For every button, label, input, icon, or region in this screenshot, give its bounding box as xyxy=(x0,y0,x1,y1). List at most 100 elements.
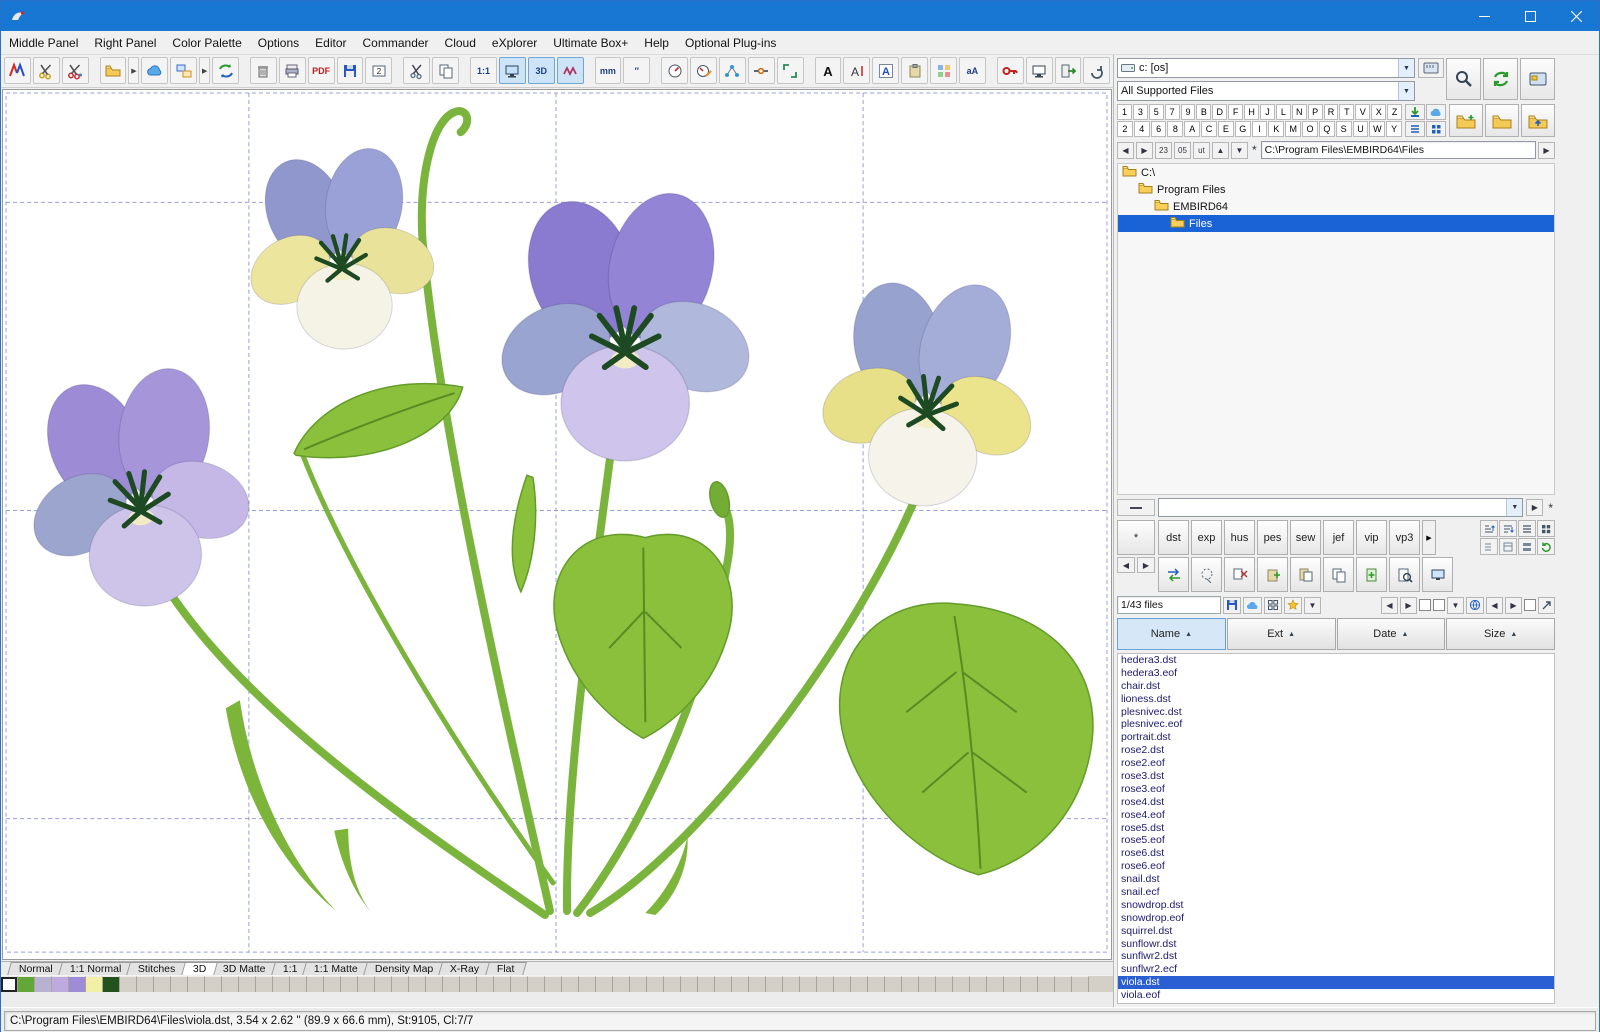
refresh-button[interactable] xyxy=(1483,58,1518,100)
clipboard-button[interactable] xyxy=(901,57,928,84)
nav-back-button[interactable]: ◀ xyxy=(1117,142,1134,159)
text-cursor-button[interactable]: A xyxy=(843,57,870,84)
lasso-select-button[interactable] xyxy=(1191,557,1222,592)
open-button[interactable] xyxy=(100,57,127,84)
file-row[interactable]: plesnivec.eof xyxy=(1118,718,1554,731)
letter-filter-button[interactable]: V xyxy=(1355,104,1370,120)
letter-filter-button[interactable]: O xyxy=(1302,121,1318,137)
file-row[interactable]: rose3.eof xyxy=(1118,783,1554,796)
palette-empty-cell[interactable] xyxy=(341,976,358,991)
format-filter-button[interactable]: exp xyxy=(1191,520,1222,555)
menu-item[interactable]: Help xyxy=(636,32,677,54)
parent-folder-button[interactable] xyxy=(1521,104,1555,137)
palette-empty-cell[interactable] xyxy=(1038,976,1055,991)
paste-file-button[interactable] xyxy=(1290,557,1321,592)
file-row[interactable]: viola.dst xyxy=(1118,976,1554,989)
all-formats-button[interactable]: * xyxy=(1117,520,1155,555)
current-path-field[interactable]: C:\Program Files\EMBIRD64\Files xyxy=(1261,141,1536,159)
view-tab[interactable]: X-Ray xyxy=(438,962,491,975)
hoop-05-button[interactable]: 05 xyxy=(1174,142,1191,159)
letter-filter-button[interactable]: I xyxy=(1252,121,1268,137)
menu-item[interactable]: Commander xyxy=(355,32,437,54)
cloud-files-button[interactable] xyxy=(1426,104,1446,120)
palette-empty-cell[interactable] xyxy=(409,976,426,991)
palette-empty-cell[interactable] xyxy=(1021,976,1038,991)
palette-empty-cell[interactable] xyxy=(783,976,800,991)
palette-empty-cell[interactable] xyxy=(613,976,630,991)
palette-empty-cell[interactable] xyxy=(902,976,919,991)
lettering-button[interactable]: A xyxy=(815,57,842,84)
palette-empty-cell[interactable] xyxy=(222,976,239,991)
letter-filter-button[interactable]: J xyxy=(1260,104,1275,120)
next-file-button[interactable]: ▶ xyxy=(1400,597,1417,614)
palette-empty-cell[interactable] xyxy=(528,976,545,991)
minimize-button[interactable] xyxy=(1461,1,1507,31)
details-view-button[interactable] xyxy=(1518,520,1536,537)
file-type-filter-select[interactable]: All Supported Files▼ xyxy=(1117,81,1415,101)
palette-empty-cell[interactable] xyxy=(375,976,392,991)
column-header[interactable]: Name▲ xyxy=(1117,618,1226,650)
autoload-checkbox[interactable] xyxy=(1419,599,1431,611)
layout-button[interactable] xyxy=(930,57,957,84)
tree-node[interactable]: Files xyxy=(1118,215,1554,232)
speed-gauge-button[interactable] xyxy=(661,57,688,84)
palette-empty-cell[interactable] xyxy=(290,976,307,991)
palette-empty-cell[interactable] xyxy=(630,976,647,991)
display-button[interactable] xyxy=(1026,57,1053,84)
file-row[interactable]: squirrel.dst xyxy=(1118,925,1554,938)
letter-filter-button[interactable]: Z xyxy=(1387,104,1402,120)
palette-empty-cell[interactable] xyxy=(579,976,596,991)
apply-mask-button[interactable]: ▶ xyxy=(1526,499,1543,516)
menu-item[interactable]: Optional Plug-ins xyxy=(677,32,784,54)
letter-filter-button[interactable]: 1 xyxy=(1117,104,1132,120)
palette-empty-cell[interactable] xyxy=(715,976,732,991)
sort-asc-button[interactable] xyxy=(1480,520,1498,537)
letter-filter-button[interactable]: R xyxy=(1324,104,1339,120)
file-row[interactable]: snail.dst xyxy=(1118,873,1554,886)
filename-mask-combo[interactable]: ▼ xyxy=(1158,498,1523,517)
units-mm-button[interactable]: mm xyxy=(595,57,622,84)
tree-node[interactable]: Program Files xyxy=(1118,181,1554,198)
collapse-tree-button[interactable] xyxy=(1117,499,1155,516)
next-format-page-button[interactable]: ▶ xyxy=(1137,557,1155,573)
tiles-view-button[interactable] xyxy=(1518,538,1536,555)
palette-swatch[interactable] xyxy=(69,976,86,991)
palette-empty-cell[interactable] xyxy=(562,976,579,991)
cut-button[interactable] xyxy=(403,57,430,84)
view-tab[interactable]: Flat xyxy=(485,962,526,975)
list-options-button[interactable]: ▼ xyxy=(1304,597,1321,614)
letter-filter-button[interactable]: U xyxy=(1353,121,1369,137)
format-filter-button[interactable]: vip xyxy=(1356,520,1387,555)
palette-empty-cell[interactable] xyxy=(443,976,460,991)
palette-empty-cell[interactable] xyxy=(460,976,477,991)
format-filter-button[interactable]: sew xyxy=(1290,520,1321,555)
palette-empty-cell[interactable] xyxy=(953,976,970,991)
letter-filter-button[interactable]: 2 xyxy=(1117,121,1133,137)
format-filter-button[interactable]: vp3 xyxy=(1389,520,1420,555)
file-row[interactable]: sunflwr2.dst xyxy=(1118,950,1554,963)
menu-item[interactable]: Options xyxy=(250,32,307,54)
file-row[interactable]: snowdrop.eof xyxy=(1118,912,1554,925)
sort-name-button[interactable] xyxy=(1480,538,1498,555)
view-tab[interactable]: Normal xyxy=(7,962,65,975)
file-row[interactable]: rose6.eof xyxy=(1118,860,1554,873)
palette-empty-cell[interactable] xyxy=(800,976,817,991)
palette-empty-cell[interactable] xyxy=(698,976,715,991)
palette-empty-cell[interactable] xyxy=(256,976,273,991)
file-row[interactable]: viola.eof xyxy=(1118,989,1554,1002)
letter-filter-button[interactable]: K xyxy=(1268,121,1284,137)
chevron-down-icon[interactable]: ▼ xyxy=(1398,59,1414,77)
nav-forward-button[interactable]: ▶ xyxy=(1136,142,1153,159)
menu-item[interactable]: Cloud xyxy=(437,32,484,54)
sort-date-button[interactable] xyxy=(1499,538,1517,555)
sort-down-button[interactable]: ▼ xyxy=(1231,142,1248,159)
palette-empty-cell[interactable] xyxy=(1072,976,1089,991)
palette-empty-cell[interactable] xyxy=(154,976,171,991)
sort-desc-button[interactable] xyxy=(1499,520,1517,537)
palette-empty-cell[interactable] xyxy=(987,976,1004,991)
web-button[interactable] xyxy=(1466,597,1484,614)
search-files-button[interactable] xyxy=(1446,58,1481,100)
palette-empty-cell[interactable] xyxy=(766,976,783,991)
preview-checkbox[interactable] xyxy=(1433,599,1445,611)
thumbnail-view-button[interactable] xyxy=(1426,121,1446,137)
